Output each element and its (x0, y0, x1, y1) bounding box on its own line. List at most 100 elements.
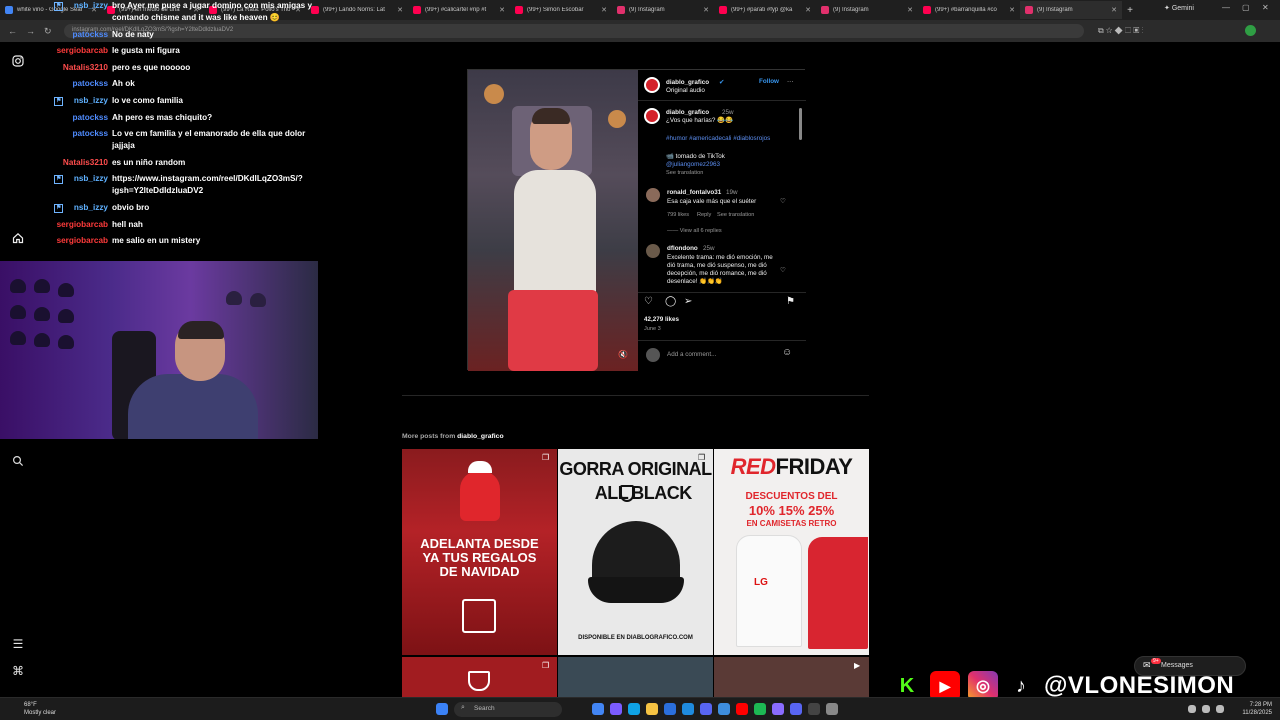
reel-video[interactable]: 🔇 (468, 70, 638, 371)
like-comment-icon[interactable]: ♡ (780, 267, 786, 275)
author-name[interactable]: diablo_grafico (666, 79, 709, 87)
close-tab-icon[interactable]: ✕ (1111, 6, 1117, 14)
comments-scrollbar[interactable] (799, 108, 802, 140)
chat-username[interactable]: nsb_izzy (0, 202, 108, 214)
chat-username[interactable]: Natalis3210 (0, 157, 108, 169)
view-replies-link[interactable]: —— View all 6 replies (667, 227, 722, 235)
menu-icon[interactable]: ☰ (11, 637, 25, 651)
likes-count[interactable]: 42,279 likes (644, 316, 679, 324)
chrome-icon[interactable] (592, 703, 604, 715)
audio-label[interactable]: Original audio (666, 87, 705, 95)
gift-icon (462, 599, 496, 633)
start-icon[interactable] (436, 703, 448, 715)
browser-tab[interactable]: (99+) Simon Escobar ✕ (510, 1, 612, 19)
like-comment-icon[interactable]: ♡ (780, 198, 786, 206)
browser-tab[interactable]: (9) Instagram ✕ (1020, 1, 1122, 19)
credit-user[interactable]: @juliangomez2963 (666, 161, 720, 169)
browser-tab[interactable]: (9) Instagram ✕ (612, 1, 714, 19)
share-icon[interactable]: ➢ (684, 297, 692, 307)
close-window-icon[interactable]: ✕ (1262, 3, 1269, 12)
mail-icon[interactable] (682, 703, 694, 715)
like-icon[interactable]: ♡ (644, 297, 653, 307)
browser-tab[interactable]: (99+) #calicartel #rip #t ✕ (408, 1, 510, 19)
author-avatar[interactable] (644, 77, 660, 93)
chat-username[interactable]: patockss (0, 29, 109, 41)
chat-username[interactable]: sergiobarcab (0, 219, 108, 231)
system-clock[interactable]: 7:28 PM 11/28/2025 (1236, 701, 1272, 717)
comment-avatar[interactable] (646, 244, 660, 258)
close-tab-icon[interactable]: ✕ (907, 6, 913, 14)
see-translation-link[interactable]: See translation (666, 169, 703, 177)
discord-icon[interactable] (700, 703, 712, 715)
tab-favicon-icon (1025, 6, 1033, 14)
minimize-icon[interactable]: — (1222, 3, 1230, 12)
emoji-icon[interactable]: ☺ (782, 348, 792, 358)
more-options-icon[interactable]: ··· (787, 78, 793, 86)
save-icon[interactable]: ⚑ (786, 297, 795, 307)
comment-icon[interactable]: ◯ (665, 297, 676, 307)
weather-widget[interactable]: 68°F Mostly clear (8, 701, 56, 717)
follow-button[interactable]: Follow (759, 78, 779, 86)
close-tab-icon[interactable]: ✕ (805, 6, 811, 14)
more-posts-user[interactable]: diablo_grafico (457, 433, 503, 440)
store-icon[interactable] (664, 703, 676, 715)
search-nav-icon[interactable] (11, 455, 25, 469)
browser-tab[interactable]: (99+) #barranquilla #co ✕ (918, 1, 1020, 19)
comment-user[interactable]: ronald_fontalvo31 (667, 189, 721, 197)
chat-username[interactable]: patockss (0, 112, 109, 124)
close-tab-icon[interactable]: ✕ (499, 6, 505, 14)
also-from-meta-icon[interactable]: ⌘ (11, 664, 25, 678)
photos-icon[interactable] (772, 703, 784, 715)
taskbar-search[interactable]: ⌕ Search (454, 702, 562, 717)
youtube-app-icon[interactable] (736, 703, 748, 715)
caption-hashtags[interactable]: #humor #americadecali #diablosrojos (666, 135, 770, 143)
chat-username[interactable]: nsb_izzy (0, 173, 108, 185)
chat-username[interactable]: patockss (0, 78, 109, 90)
comment-reply[interactable]: Reply (697, 211, 711, 219)
edge-icon[interactable] (628, 703, 640, 715)
mute-icon[interactable]: 🔇 (618, 350, 628, 359)
close-tab-icon[interactable]: ✕ (601, 6, 607, 14)
profile-avatar[interactable] (1245, 25, 1256, 36)
wifi-icon[interactable] (1188, 705, 1196, 713)
chat-username[interactable]: patockss (0, 128, 109, 140)
battery-icon[interactable] (1216, 705, 1224, 713)
browser-tab[interactable]: (99+) #parati #fyp @ka ✕ (714, 1, 816, 19)
browser-tab[interactable]: (9) Instagram ✕ (816, 1, 918, 19)
chat-username[interactable]: Natalis3210 (0, 62, 108, 74)
comment-user[interactable]: dflondono (667, 245, 698, 253)
add-comment-input[interactable]: Add a comment... (667, 351, 716, 359)
settings-icon[interactable] (826, 703, 838, 715)
caption-author[interactable]: diablo_grafico (666, 109, 709, 117)
close-tab-icon[interactable]: ✕ (703, 6, 709, 14)
more-post-tile[interactable]: ❐ (402, 657, 557, 697)
chat-username[interactable]: nsb_izzy (0, 0, 108, 12)
comment-avatar[interactable] (646, 188, 660, 202)
obs-icon[interactable] (808, 703, 820, 715)
more-post-tile[interactable]: ADELANTA DESDE YA TUS REGALOS DE NAVIDAD… (402, 449, 557, 655)
close-tab-icon[interactable]: ✕ (1009, 6, 1015, 14)
tab-title: (99+) #barranquilla #co (935, 7, 997, 13)
extensions-icons[interactable]: ⧉ ☆ ◆ ⬚ ▣ ⋮ (1098, 26, 1144, 36)
gemini-button[interactable]: ✦ Gemini (1164, 4, 1194, 12)
chat-username[interactable]: sergiobarcab (0, 45, 108, 57)
discord-app-icon[interactable] (790, 703, 802, 715)
more-post-tile[interactable]: REDFRIDAY DESCUENTOS DEL 10% 15% 25% EN … (714, 449, 869, 655)
maximize-icon[interactable]: ▢ (1242, 3, 1250, 12)
close-tab-icon[interactable]: ✕ (397, 6, 403, 14)
volume-icon[interactable] (1202, 705, 1210, 713)
more-post-tile[interactable]: GORRA ORIGINAL ALL BLACK DISPONIBLE EN D… (558, 449, 713, 655)
caption-avatar[interactable] (644, 108, 660, 124)
more-post-tile[interactable] (558, 657, 713, 697)
section-divider (402, 395, 869, 396)
chat-username[interactable]: sergiobarcab (0, 235, 108, 247)
new-tab-icon[interactable]: + (1122, 5, 1138, 16)
spotify-icon[interactable] (754, 703, 766, 715)
file-explorer-icon[interactable] (646, 703, 658, 715)
more-post-tile[interactable]: ▶ (714, 657, 869, 697)
vscode-icon[interactable] (718, 703, 730, 715)
comment-likes[interactable]: 799 likes (667, 211, 689, 219)
chat-username[interactable]: nsb_izzy (0, 95, 108, 107)
copilot-icon[interactable] (610, 703, 622, 715)
comment-translation[interactable]: See translation (717, 211, 754, 219)
